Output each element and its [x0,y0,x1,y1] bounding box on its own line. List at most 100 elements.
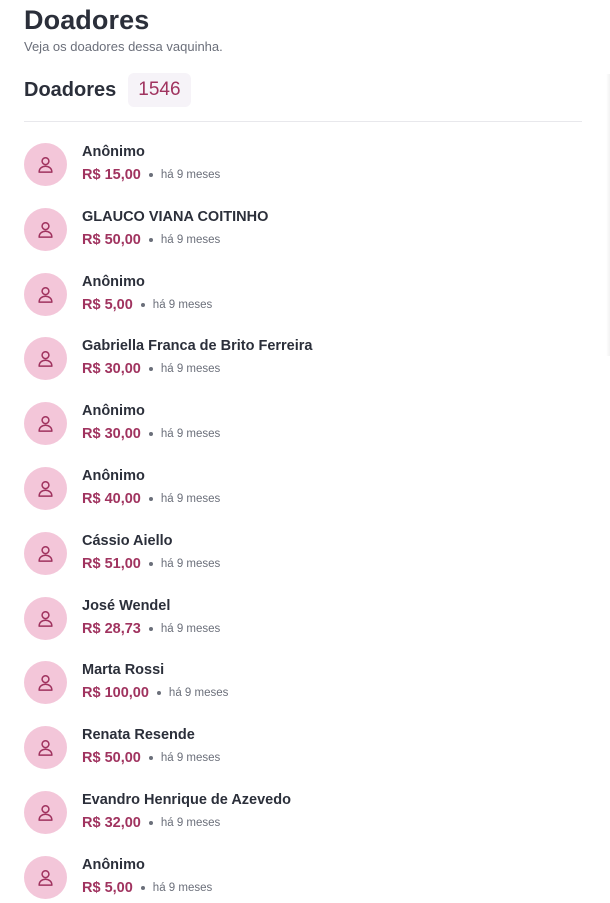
donation-amount: R$ 32,00 [82,814,141,831]
donor-name: Anônimo [82,467,145,484]
donor-item: Anônimo R$ 15,00 há 9 meses [24,141,582,206]
avatar [24,207,67,251]
divider [24,121,582,122]
donor-info: Gabriella Franca de Brito Ferreira R$ 30… [82,335,312,379]
donation-amount: R$ 30,00 [82,361,141,378]
avatar [24,272,67,316]
separator-dot [148,432,153,437]
donor-count-badge: 1546 [128,73,191,107]
avatar [24,661,67,705]
donor-info: Cássio Aiello R$ 51,00 há 9 meses [82,530,220,574]
donors-page: Doadores Veja os doadores dessa vaquinha… [0,0,610,903]
avatar [24,726,67,770]
donation-time: há 9 meses [160,622,221,635]
separator-dot [156,691,161,696]
donor-item: Anônimo R$ 30,00 há 9 meses [24,400,582,465]
user-icon [38,869,53,886]
user-icon [38,804,53,821]
separator-dot [148,367,153,372]
donation-amount: R$ 100,00 [82,685,149,702]
user-icon [38,351,53,368]
donor-meta: R$ 5,00 há 9 meses [82,878,212,898]
avatar [24,855,67,899]
donor-name: Anônimo [82,403,145,420]
donor-meta: R$ 50,00 há 9 meses [82,230,268,250]
donation-amount: R$ 50,00 [82,750,141,767]
donor-item: Anônimo R$ 5,00 há 9 meses [24,854,582,903]
avatar [24,402,67,446]
separator-dot [148,756,153,761]
donor-meta: R$ 50,00 há 9 meses [82,748,220,768]
donor-item: José Wendel R$ 28,73 há 9 meses [24,595,582,660]
donation-time: há 9 meses [160,752,221,765]
side-panel-edge [606,74,610,356]
donor-meta: R$ 28,73 há 9 meses [82,619,220,639]
separator-dot [148,237,153,242]
donor-item: Anônimo R$ 40,00 há 9 meses [24,465,582,530]
donation-amount: R$ 15,00 [82,167,141,183]
donor-meta: R$ 32,00 há 9 meses [82,813,291,833]
donation-time: há 9 meses [160,492,221,505]
donor-item: GLAUCO VIANA COITINHO R$ 50,00 há 9 mese… [24,206,582,271]
donor-item: Marta Rossi R$ 100,00 há 9 meses [24,659,582,724]
donor-meta: R$ 5,00 há 9 meses [82,295,212,315]
page-title: Doadores [24,5,150,35]
donation-amount: R$ 30,00 [82,426,141,443]
donor-info: Evandro Henrique de Azevedo R$ 32,00 há … [82,789,291,833]
donor-name: Marta Rossi [82,662,165,679]
donor-name: Evandro Henrique de Azevedo [82,791,291,808]
donation-time: há 9 meses [160,428,221,441]
donor-name: Anônimo [82,856,145,873]
user-icon [38,675,53,692]
donation-time: há 9 meses [168,687,229,700]
donor-name: GLAUCO VIANA COITINHO [82,208,269,225]
donor-name: Anônimo [82,144,145,160]
separator-dot [140,885,145,890]
donor-name: Cássio Aiello [82,532,173,549]
user-icon [38,480,53,497]
separator-dot [140,302,145,307]
user-icon [38,416,53,433]
donor-name: José Wendel [82,597,171,614]
user-icon [38,156,53,173]
user-icon [38,740,53,757]
avatar [24,596,67,640]
donor-info: GLAUCO VIANA COITINHO R$ 50,00 há 9 mese… [82,206,268,250]
donor-item: Gabriella Franca de Brito Ferreira R$ 30… [24,335,582,400]
avatar [24,790,67,834]
donor-info: Anônimo R$ 30,00 há 9 meses [82,400,220,444]
donor-meta: R$ 30,00 há 9 meses [82,424,220,444]
donor-info: Anônimo R$ 15,00 há 9 meses [82,141,220,185]
page-subtitle: Veja os doadores dessa vaquinha. [24,39,223,54]
donor-info: Anônimo R$ 40,00 há 9 meses [82,465,220,509]
avatar [24,337,67,381]
donation-amount: R$ 5,00 [82,879,133,896]
donor-item: Evandro Henrique de Azevedo R$ 32,00 há … [24,789,582,854]
donation-time: há 9 meses [152,881,213,894]
section-title: Doadores [24,78,117,101]
donor-meta: R$ 100,00 há 9 meses [82,683,228,703]
donor-meta: R$ 40,00 há 9 meses [82,489,220,509]
donor-name: Anônimo [82,273,145,290]
donation-time: há 9 meses [160,169,221,181]
donation-amount: R$ 51,00 [82,555,141,572]
donor-meta: R$ 30,00 há 9 meses [82,359,312,379]
donor-info: Anônimo R$ 5,00 há 9 meses [82,271,212,315]
donor-name: Renata Resende [82,727,195,744]
donation-amount: R$ 5,00 [82,296,133,313]
donor-meta: R$ 15,00 há 9 meses [82,165,220,185]
donor-info: José Wendel R$ 28,73 há 9 meses [82,595,220,639]
user-icon [38,610,53,627]
donation-time: há 9 meses [152,298,213,311]
donor-item: Renata Resende R$ 50,00 há 9 meses [24,724,582,789]
user-icon [38,221,53,238]
donor-item: Cássio Aiello R$ 51,00 há 9 meses [24,530,582,595]
avatar [24,466,67,510]
separator-dot [148,626,153,631]
donor-name: Gabriella Franca de Brito Ferreira [82,338,313,355]
donor-meta: R$ 51,00 há 9 meses [82,554,220,574]
avatar [24,143,67,186]
donor-info: Anônimo R$ 5,00 há 9 meses [82,854,212,898]
separator-dot [148,561,153,566]
user-icon [38,286,53,303]
